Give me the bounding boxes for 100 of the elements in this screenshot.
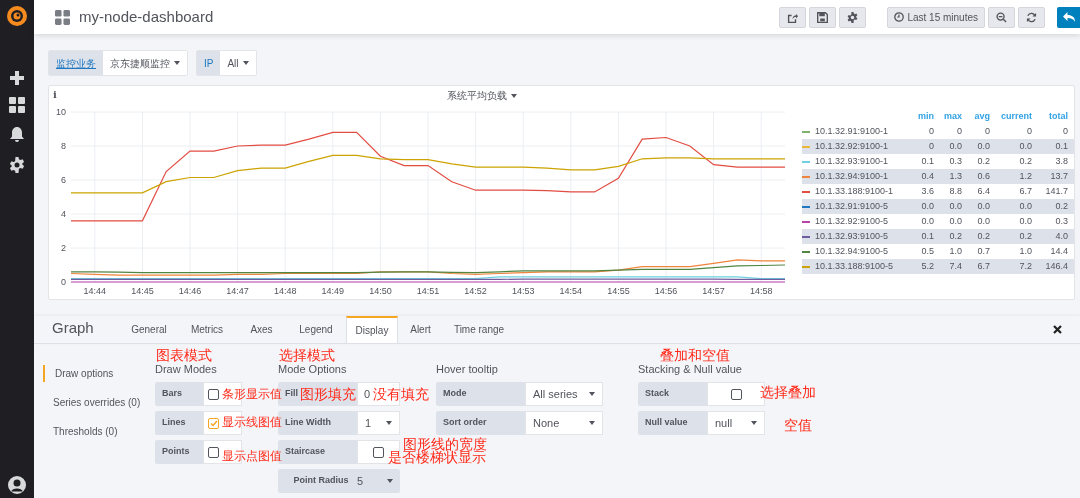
y-tick-label: 10 <box>56 107 66 117</box>
y-tick-label: 4 <box>61 209 66 219</box>
y-tick-label: 8 <box>61 141 66 151</box>
legend-value: 6.7 <box>1019 185 1032 196</box>
legend-value: 0.0 <box>1019 215 1032 226</box>
x-tick-label: 14:50 <box>369 286 392 296</box>
legend-value: 0.0 <box>1019 140 1032 151</box>
x-tick-label: 14:46 <box>178 286 202 296</box>
legend-value: 0.6 <box>977 170 990 181</box>
panel-title[interactable]: 系统平均负载 <box>326 88 517 103</box>
y-tick-label: 6 <box>61 175 66 185</box>
legend-value: 7.2 <box>1019 260 1032 271</box>
x-tick-label: 14:58 <box>749 286 773 296</box>
annotation-text: 条形显示值 <box>222 386 282 402</box>
legend-value: 14.4 <box>1050 245 1068 256</box>
legend-value: 0 <box>929 140 934 151</box>
series-name[interactable]: 10.1.32.91:9100-5 <box>815 199 889 214</box>
legend-value: 0.2 <box>1019 230 1032 241</box>
legend-value: 0.7 <box>977 245 990 256</box>
field-label: Mode <box>436 382 525 406</box>
legend-value: 0.0 <box>977 215 990 226</box>
dashboard-title[interactable]: my-node-dashboard <box>79 5 214 29</box>
series-name[interactable]: 10.1.32.91:9100-1 <box>815 124 889 139</box>
editor-tab[interactable]: Alert <box>398 316 443 343</box>
legend-value: 0.1 <box>921 230 934 241</box>
legend-value: 0.2 <box>977 155 990 166</box>
legend-value: 0 <box>929 125 934 136</box>
variable-label: IP <box>197 51 221 75</box>
legend-value: 0 <box>957 125 962 136</box>
legend-value: 0.0 <box>977 200 990 211</box>
legend-value: 1.2 <box>1019 170 1032 181</box>
side-option[interactable]: Series overrides (0) <box>43 394 155 411</box>
field-label: Bars <box>155 382 203 406</box>
x-tick-label: 14:53 <box>511 286 535 296</box>
legend-value: 0.1 <box>1055 140 1068 151</box>
legend-value: 1.3 <box>949 170 962 181</box>
section-title: Stacking & Null value <box>638 362 743 376</box>
select-field[interactable]: null <box>707 411 765 435</box>
legend-value: 5.2 <box>921 260 934 271</box>
x-tick-label: 14:47 <box>226 286 249 296</box>
series-name[interactable]: 10.1.32.94:9100-1 <box>815 169 889 184</box>
legend-value: 0 <box>1027 125 1032 136</box>
section-title: Hover tooltip <box>436 362 499 376</box>
legend-value: 146.4 <box>1045 260 1068 271</box>
legend-value: 6.7 <box>977 260 990 271</box>
side-option[interactable]: Draw options <box>43 365 155 382</box>
select-field[interactable]: 0 <box>364 385 371 403</box>
legend-value: 13.7 <box>1050 170 1068 181</box>
legend-value: 1.0 <box>1019 245 1032 256</box>
legend-value: 0.2 <box>977 230 990 241</box>
field-label: Null value <box>638 411 707 435</box>
x-tick-label: 14:56 <box>654 286 678 296</box>
annotation-text: 选择叠加 <box>760 384 816 400</box>
editor-tab[interactable]: Legend <box>286 316 346 343</box>
x-tick-label: 14:57 <box>702 286 725 296</box>
legend-value: 0.0 <box>921 215 934 226</box>
legend-value: 0.0 <box>949 200 962 211</box>
series-name[interactable]: 10.1.32.92:9100-1 <box>815 139 889 154</box>
editor-tab[interactable]: Axes <box>237 316 286 343</box>
series-name[interactable]: 10.1.32.94:9100-5 <box>815 244 889 259</box>
field-label: Lines <box>155 411 203 435</box>
time-range-button[interactable]: Last 15 minutes <box>887 6 985 28</box>
x-tick-label: 14:45 <box>131 286 154 296</box>
select-field[interactable]: All series <box>525 382 603 406</box>
legend-value: 7.4 <box>949 260 962 271</box>
series-name[interactable]: 10.1.32.93:9100-1 <box>815 154 889 169</box>
info-icon[interactable]: i <box>53 87 57 102</box>
field-label: Points <box>155 440 203 464</box>
annotation-text: 没有填充 <box>373 386 429 402</box>
variable-label: 监控业务 <box>49 51 103 75</box>
series-name[interactable]: 10.1.33.188:9100-5 <box>815 259 894 274</box>
legend-value: 3.6 <box>921 185 934 196</box>
point-radius-select[interactable]: Point Radius 5 <box>278 469 400 493</box>
series-name[interactable]: 10.1.32.93:9100-5 <box>815 229 889 244</box>
x-tick-label: 14:51 <box>416 286 440 296</box>
legend-value: 0.0 <box>949 140 962 151</box>
annotation-text: 图形线的宽度 <box>403 436 487 452</box>
legend-value: 8.8 <box>949 185 962 196</box>
editor-tab[interactable]: Time range <box>443 316 515 343</box>
editor-tab[interactable]: Display <box>346 316 398 343</box>
editor-tab[interactable]: General <box>121 316 177 343</box>
series-name[interactable]: 10.1.33.188:9100-1 <box>815 184 894 199</box>
legend-value: 0.3 <box>1055 215 1068 226</box>
legend-value: 0.1 <box>921 155 934 166</box>
editor-tab[interactable]: Metrics <box>177 316 237 343</box>
y-tick-label: 2 <box>61 243 66 253</box>
side-option[interactable]: Thresholds (0) <box>43 423 155 440</box>
legend-value: 0 <box>1063 125 1068 136</box>
select-field[interactable]: 1 <box>357 411 400 435</box>
annotation-text: 图形填充 <box>300 386 356 402</box>
select-field[interactable]: None <box>525 411 603 435</box>
legend-value: 0.2 <box>949 230 962 241</box>
annotation-text: 空值 <box>784 417 812 433</box>
section-title: Mode Options <box>278 362 348 376</box>
annotation-text: 图表模式 <box>156 347 212 363</box>
legend-value: 0.0 <box>949 215 962 226</box>
legend-value: 0.0 <box>977 140 990 151</box>
series-name[interactable]: 10.1.32.92:9100-5 <box>815 214 889 229</box>
legend-value: 3.8 <box>1055 155 1068 166</box>
x-tick-label: 14:48 <box>273 286 297 296</box>
